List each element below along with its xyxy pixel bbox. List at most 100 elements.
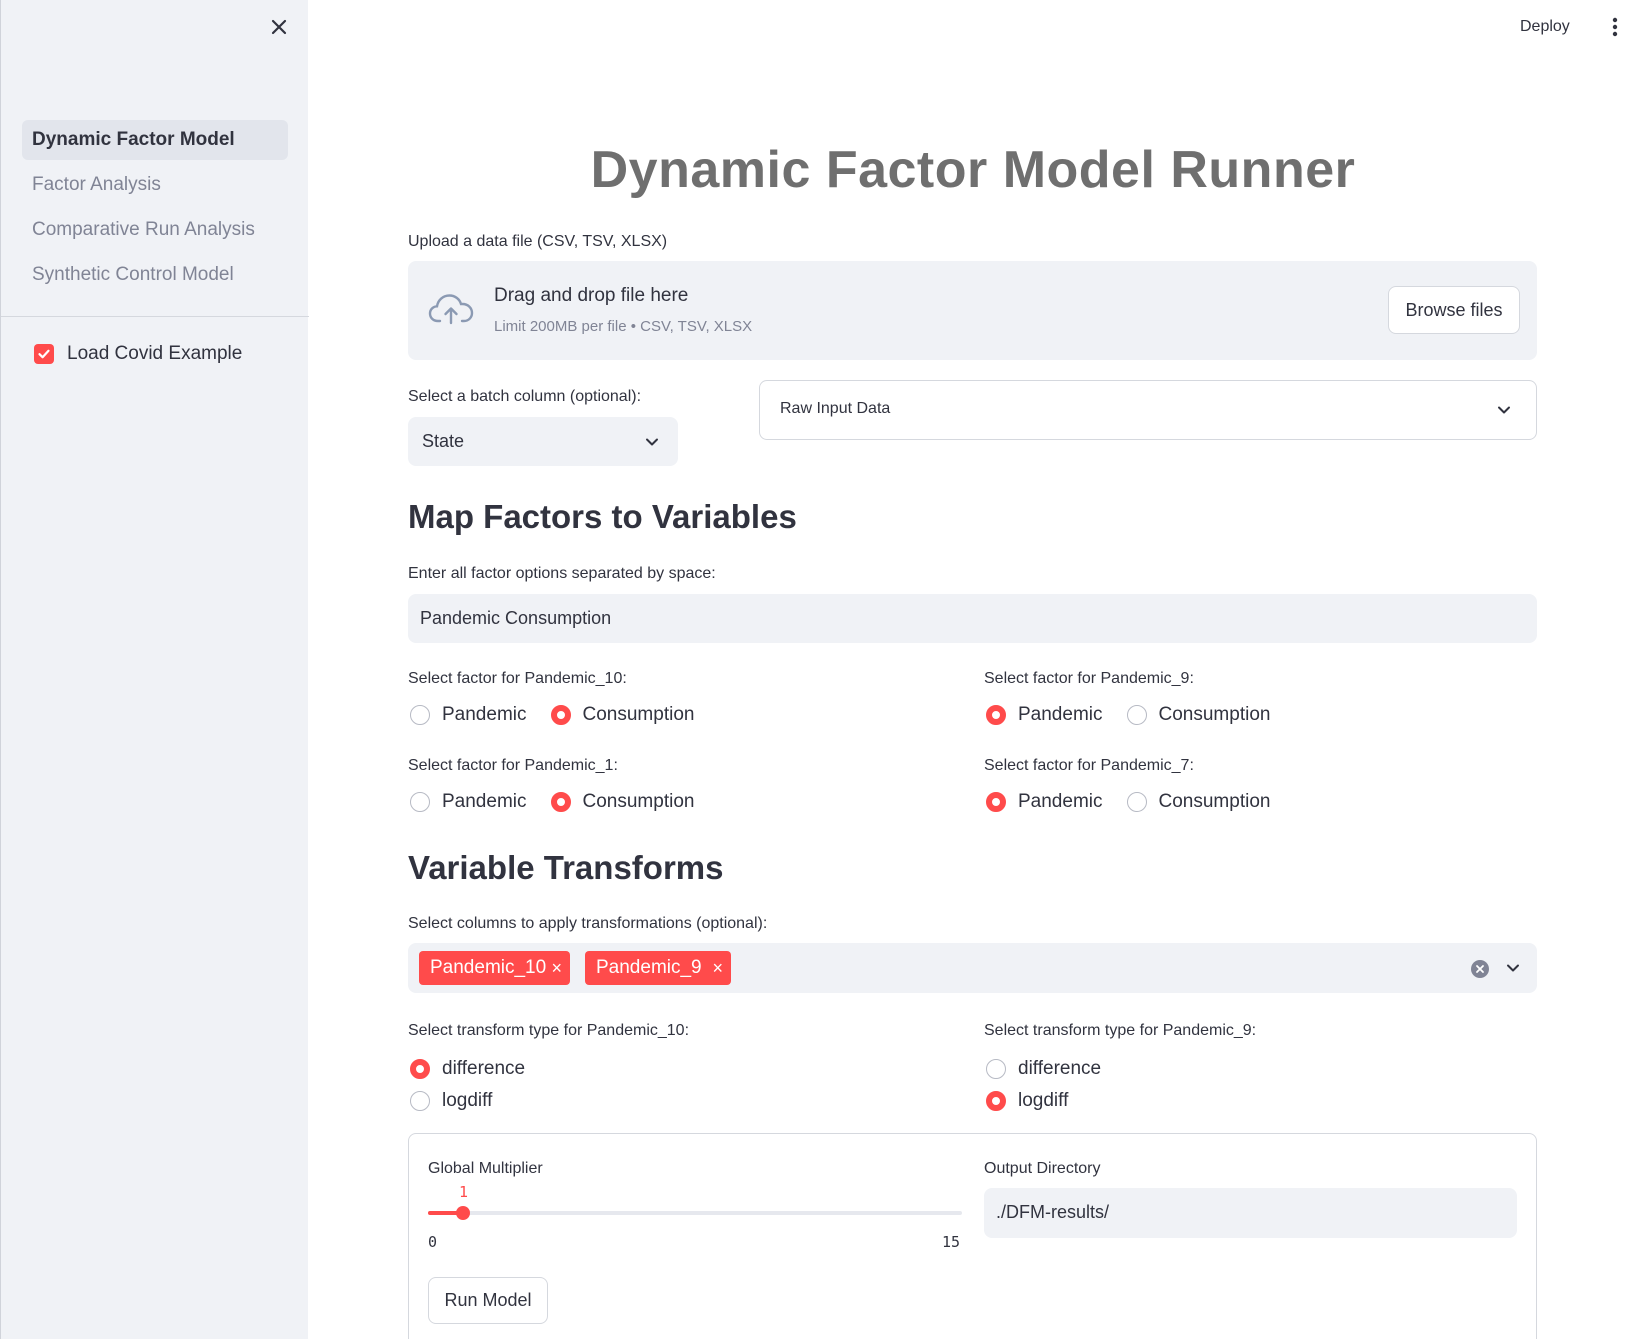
transform-option-logdiff-10[interactable]: logdiff bbox=[410, 1090, 492, 1112]
cloud-upload-icon bbox=[428, 294, 474, 325]
output-directory-value: ./DFM-results/ bbox=[996, 1202, 1110, 1222]
radio-label: Consumption bbox=[582, 704, 695, 725]
batch-column-select[interactable]: State bbox=[408, 417, 678, 466]
radio-option[interactable]: Consumption bbox=[1126, 704, 1271, 726]
factor-group-label: Select factor for Pandemic_9: bbox=[984, 670, 1194, 687]
slider-max-label: 15 bbox=[942, 1233, 961, 1251]
slider-min-label: 0 bbox=[428, 1233, 438, 1251]
slider-thumb[interactable] bbox=[456, 1206, 470, 1220]
checkbox-label: Load Covid Example bbox=[67, 343, 243, 364]
radio-unselected-icon bbox=[1126, 705, 1147, 725]
radio-option[interactable]: Pandemic bbox=[410, 791, 527, 813]
slider-current-value: 1 bbox=[459, 1183, 469, 1201]
radio-label: Consumption bbox=[582, 791, 695, 812]
radio-selected-icon bbox=[550, 792, 571, 812]
radio-option[interactable]: Consumption bbox=[1126, 791, 1271, 813]
raw-input-data-expander[interactable]: Raw Input Data bbox=[759, 380, 1537, 440]
radio-label: difference bbox=[1018, 1058, 1102, 1079]
remove-tag-icon[interactable]: × bbox=[551, 951, 562, 985]
radio-selected-icon bbox=[986, 705, 1006, 725]
batch-column-label: Select a batch column (optional): bbox=[408, 388, 642, 405]
factor-options-label: Enter all factor options separated by sp… bbox=[408, 565, 716, 582]
chevron-down-icon[interactable] bbox=[1505, 960, 1521, 976]
expander-label: Raw Input Data bbox=[780, 400, 891, 417]
radio-selected-icon bbox=[986, 1091, 1006, 1111]
radio-option[interactable]: Consumption bbox=[550, 704, 695, 726]
batch-column-value: State bbox=[422, 431, 465, 451]
radio-unselected-icon bbox=[1126, 792, 1147, 812]
output-directory-label: Output Directory bbox=[984, 1160, 1101, 1177]
output-directory-input[interactable]: ./DFM-results/ bbox=[984, 1188, 1517, 1238]
factor-group-label: Select factor for Pandemic_1: bbox=[408, 757, 618, 774]
factor-options-value: Pandemic Consumption bbox=[420, 608, 612, 628]
transform-option-difference-9[interactable]: difference bbox=[986, 1058, 1101, 1080]
factor-radio-group-pandemic-7: Pandemic Consumption bbox=[986, 791, 1294, 813]
radio-unselected-icon bbox=[410, 1091, 430, 1111]
close-icon bbox=[271, 19, 287, 35]
radio-unselected-icon bbox=[986, 1059, 1006, 1079]
tag-label: Pandemic_10 bbox=[430, 957, 547, 978]
radio-label: Pandemic bbox=[442, 704, 527, 725]
radio-label: Pandemic bbox=[442, 791, 527, 812]
file-dropzone[interactable]: Drag and drop file here Limit 200MB per … bbox=[408, 261, 1537, 360]
remove-tag-icon[interactable]: × bbox=[712, 951, 723, 985]
radio-label: logdiff bbox=[1018, 1090, 1069, 1111]
radio-label: Pandemic bbox=[1018, 704, 1103, 725]
transform-option-logdiff-9[interactable]: logdiff bbox=[986, 1090, 1068, 1112]
upload-label: Upload a data file (CSV, TSV, XLSX) bbox=[408, 233, 668, 250]
factor-group-label: Select factor for Pandemic_7: bbox=[984, 757, 1194, 774]
chevron-down-icon bbox=[1498, 406, 1510, 414]
radio-selected-icon bbox=[410, 1059, 430, 1079]
dropzone-limit-text: Limit 200MB per file • CSV, TSV, XLSX bbox=[494, 318, 753, 335]
sidebar-divider bbox=[1, 316, 309, 317]
radio-label: Consumption bbox=[1158, 791, 1271, 812]
main-menu-button[interactable] bbox=[1607, 14, 1623, 40]
checkbox-checked-icon bbox=[34, 344, 54, 364]
transform-columns-label: Select columns to apply transformations … bbox=[408, 915, 768, 932]
radio-label: logdiff bbox=[442, 1090, 493, 1111]
run-model-button[interactable]: Run Model bbox=[428, 1277, 548, 1324]
selected-tag-pandemic-10[interactable]: Pandemic_10 × bbox=[419, 951, 570, 985]
transform-option-difference-10[interactable]: difference bbox=[410, 1058, 525, 1080]
sidebar-nav: Dynamic Factor Model Factor Analysis Com… bbox=[22, 120, 288, 300]
factor-radio-group-pandemic-10: Pandemic Consumption bbox=[410, 704, 718, 726]
dropzone-instructions: Drag and drop file here bbox=[494, 285, 689, 306]
load-covid-example-checkbox[interactable]: Load Covid Example bbox=[34, 343, 242, 365]
sidebar-item-comparative-run-analysis[interactable]: Comparative Run Analysis bbox=[22, 210, 288, 250]
chevron-down-icon bbox=[646, 438, 658, 446]
radio-selected-icon bbox=[550, 705, 571, 725]
sidebar-item-factor-analysis[interactable]: Factor Analysis bbox=[22, 165, 288, 205]
radio-option[interactable]: Pandemic bbox=[410, 704, 527, 726]
clear-icon bbox=[1476, 965, 1484, 973]
global-multiplier-slider-track[interactable] bbox=[428, 1211, 962, 1215]
radio-option[interactable]: Consumption bbox=[550, 791, 695, 813]
radio-label: difference bbox=[442, 1058, 526, 1079]
deploy-button[interactable]: Deploy bbox=[1520, 12, 1570, 42]
close-sidebar-button[interactable] bbox=[266, 14, 292, 40]
section-heading-variable-transforms: Variable Transforms bbox=[408, 849, 724, 886]
clear-all-button[interactable] bbox=[1471, 960, 1489, 978]
tag-label: Pandemic_9 bbox=[596, 957, 702, 978]
radio-label: Consumption bbox=[1158, 704, 1271, 725]
factor-radio-group-pandemic-1: Pandemic Consumption bbox=[410, 791, 718, 813]
transform-group-label: Select transform type for Pandemic_9: bbox=[984, 1022, 1257, 1039]
radio-option[interactable]: Pandemic bbox=[986, 791, 1103, 813]
app: Dynamic Factor Model Factor Analysis Com… bbox=[0, 0, 1635, 1339]
radio-unselected-icon bbox=[410, 792, 430, 812]
transform-columns-multiselect[interactable]: Pandemic_10 × Pandemic_9 × bbox=[408, 943, 1537, 993]
factor-options-input[interactable]: Pandemic Consumption bbox=[408, 594, 1537, 643]
page-title: Dynamic Factor Model Runner bbox=[590, 141, 1356, 199]
factor-group-label: Select factor for Pandemic_10: bbox=[408, 670, 627, 687]
selected-tag-pandemic-9[interactable]: Pandemic_9 × bbox=[585, 951, 731, 985]
sidebar-item-synthetic-control-model[interactable]: Synthetic Control Model bbox=[22, 255, 288, 295]
radio-unselected-icon bbox=[410, 705, 430, 725]
radio-option[interactable]: Pandemic bbox=[986, 704, 1103, 726]
transform-group-label: Select transform type for Pandemic_10: bbox=[408, 1022, 690, 1039]
radio-selected-icon bbox=[986, 792, 1006, 812]
sidebar: Dynamic Factor Model Factor Analysis Com… bbox=[0, 0, 309, 1339]
browse-files-button[interactable]: Browse files bbox=[1388, 286, 1520, 334]
section-heading-map-factors: Map Factors to Variables bbox=[408, 498, 797, 535]
factor-radio-group-pandemic-9: Pandemic Consumption bbox=[986, 704, 1294, 726]
sidebar-item-dynamic-factor-model[interactable]: Dynamic Factor Model bbox=[22, 120, 288, 160]
global-multiplier-label: Global Multiplier bbox=[428, 1160, 543, 1177]
